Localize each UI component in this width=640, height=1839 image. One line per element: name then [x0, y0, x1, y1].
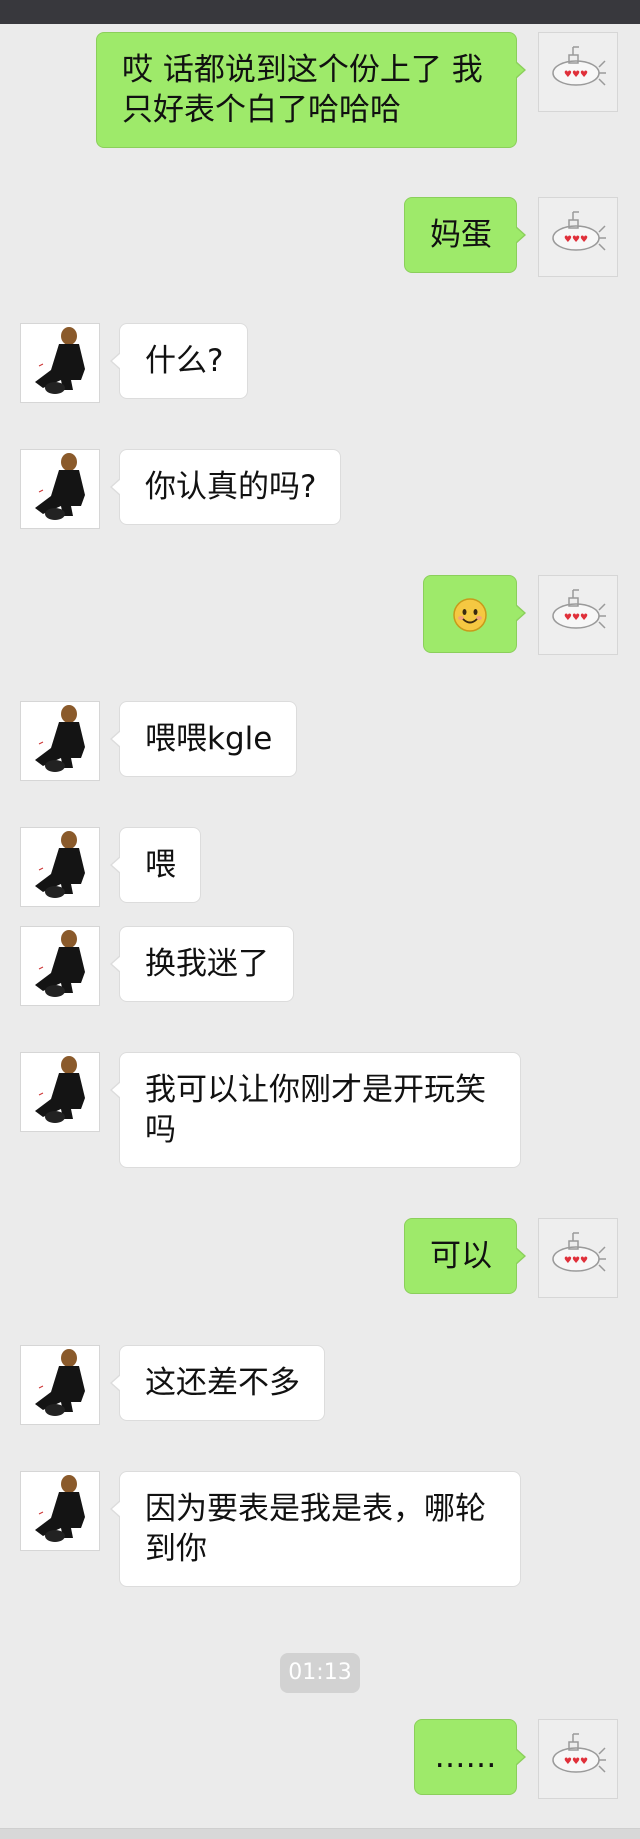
contact-avatar[interactable]: [20, 1052, 100, 1132]
person-avatar-icon: [35, 1475, 85, 1542]
svg-text:♥♥♥: ♥♥♥: [564, 235, 588, 245]
smiley-emoji-icon: [453, 597, 487, 632]
submarine-hearts-icon: ♥♥♥: [552, 1232, 606, 1272]
received-message-bubble[interactable]: 这还差不多: [110, 1345, 325, 1421]
person-avatar-icon: [35, 930, 85, 997]
self-avatar[interactable]: ♥♥♥: [538, 1218, 618, 1298]
self-avatar[interactable]: ♥♥♥: [538, 1719, 618, 1799]
svg-text:♥♥♥: ♥♥♥: [564, 1757, 588, 1767]
received-message-bubble[interactable]: 喂喂kgle: [109, 701, 298, 777]
submarine-hearts-icon: ♥♥♥: [552, 46, 606, 86]
chat-screen: 哎 话都说到这个份上了 我只好表个白了哈哈哈 ♥♥♥ 妈蛋 ♥♥♥ 什么? 你认…: [0, 0, 640, 1839]
sent-message-bubble[interactable]: ……: [414, 1719, 526, 1795]
sent-message-bubble[interactable]: [423, 575, 526, 653]
person-avatar-icon: [35, 1056, 85, 1123]
svg-text:♥♥♥: ♥♥♥: [564, 70, 588, 80]
contact-avatar[interactable]: [20, 827, 100, 907]
submarine-hearts-icon: ♥♥♥: [552, 1733, 606, 1773]
sent-message-bubble[interactable]: 可以: [404, 1218, 526, 1294]
person-avatar-icon: [35, 453, 85, 520]
received-message-bubble[interactable]: 我可以让你刚才是开玩笑吗: [110, 1052, 521, 1168]
contact-avatar[interactable]: [20, 1471, 100, 1551]
self-avatar[interactable]: ♥♥♥: [538, 32, 618, 112]
timestamp-label: 01:13: [280, 1653, 360, 1693]
sent-message-bubble[interactable]: 哎 话都说到这个份上了 我只好表个白了哈哈哈: [96, 32, 526, 148]
person-avatar-icon: [35, 1349, 85, 1416]
submarine-hearts-icon: ♥♥♥: [552, 211, 606, 251]
contact-avatar[interactable]: [20, 926, 100, 1006]
received-message-bubble[interactable]: 因为要表是我是表，哪轮到你: [110, 1471, 521, 1587]
contact-avatar[interactable]: [20, 701, 100, 781]
person-avatar-icon: [35, 327, 85, 394]
bottom-edge: [0, 1828, 640, 1839]
received-message-bubble[interactable]: 换我迷了: [110, 926, 294, 1002]
svg-text:♥♥♥: ♥♥♥: [564, 1256, 588, 1266]
svg-text:♥♥♥: ♥♥♥: [564, 613, 588, 623]
contact-avatar[interactable]: [20, 1345, 100, 1425]
received-message-bubble[interactable]: 喂: [110, 827, 201, 903]
self-avatar[interactable]: ♥♥♥: [538, 575, 618, 655]
person-avatar-icon: [35, 705, 85, 772]
received-message-bubble[interactable]: 什么?: [109, 323, 249, 399]
contact-avatar[interactable]: [20, 323, 100, 403]
sent-message-bubble[interactable]: 妈蛋: [404, 197, 526, 273]
status-bar: [0, 0, 640, 24]
person-avatar-icon: [35, 831, 85, 898]
contact-avatar[interactable]: [20, 449, 100, 529]
submarine-hearts-icon: ♥♥♥: [552, 589, 606, 629]
received-message-bubble[interactable]: 你认真的吗?: [109, 449, 342, 525]
self-avatar[interactable]: ♥♥♥: [538, 197, 618, 277]
